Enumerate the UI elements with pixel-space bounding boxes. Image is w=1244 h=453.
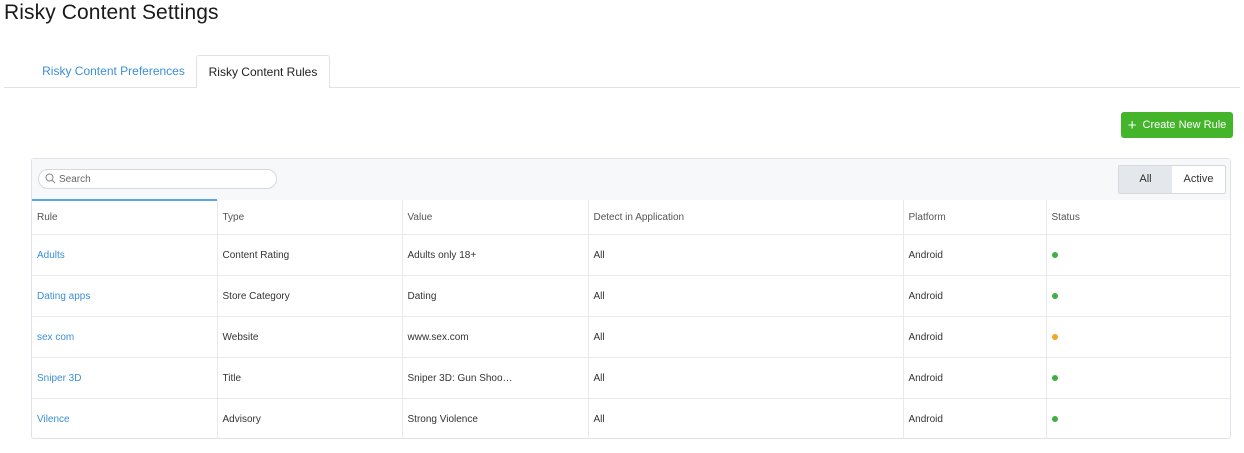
status-filter: All Active [1118, 165, 1226, 194]
create-new-rule-label: Create New Rule [1142, 119, 1227, 131]
type-cell: Website [217, 316, 403, 358]
type-cell: Content Rating [217, 234, 403, 276]
table-row[interactable]: Vilence Advisory Strong Violence All And… [32, 398, 1230, 440]
column-header-detect[interactable]: Detect in Application [588, 200, 904, 235]
table-row[interactable]: Dating apps Store Category Dating All An… [32, 275, 1230, 317]
tab-bar: Risky Content Preferences Risky Content … [4, 55, 1240, 88]
filter-active[interactable]: Active [1172, 166, 1225, 193]
platform-cell: Android [903, 275, 1047, 317]
status-dot-icon [1051, 333, 1058, 340]
platform-cell: Android [903, 398, 1047, 439]
column-header-platform[interactable]: Platform [903, 200, 1047, 235]
search-input[interactable] [59, 171, 269, 187]
rule-link[interactable]: Adults [37, 250, 65, 261]
status-cell [1046, 316, 1230, 358]
column-header-type[interactable]: Type [217, 200, 403, 235]
rules-table: Rule Type Value Detect in Application Pl… [32, 200, 1230, 439]
page-title: Risky Content Settings [4, 1, 219, 24]
detect-cell: All [588, 398, 904, 439]
table-row[interactable]: sex com Website www.sex.com All Android [32, 316, 1230, 358]
column-header-value[interactable]: Value [402, 200, 589, 235]
type-cell: Title [217, 357, 403, 399]
table-row[interactable]: Sniper 3D Title Sniper 3D: Gun Shoo… All… [32, 357, 1230, 399]
platform-cell: Android [903, 234, 1047, 276]
status-dot-icon [1051, 292, 1058, 299]
search-box [38, 169, 277, 189]
platform-cell: Android [903, 316, 1047, 358]
type-cell: Advisory [217, 398, 403, 439]
value-cell: Dating [402, 275, 589, 317]
value-cell: Sniper 3D: Gun Shoo… [402, 357, 589, 399]
rule-link[interactable]: Vilence [37, 414, 70, 425]
value-cell: Strong Violence [402, 398, 589, 439]
status-cell [1046, 275, 1230, 317]
detect-cell: All [588, 234, 904, 276]
table-header-row: Rule Type Value Detect in Application Pl… [32, 200, 1230, 235]
filter-all[interactable]: All [1119, 166, 1172, 193]
table-row[interactable]: Adults Content Rating Adults only 18+ Al… [32, 234, 1230, 276]
rule-link[interactable]: Dating apps [37, 291, 90, 302]
tab-risky-content-preferences[interactable]: Risky Content Preferences [31, 55, 196, 87]
status-cell [1046, 399, 1230, 440]
detect-cell: All [588, 316, 904, 358]
rule-link[interactable]: Sniper 3D [37, 373, 81, 384]
status-cell [1046, 357, 1230, 399]
search-icon [45, 173, 56, 184]
column-header-rule[interactable]: Rule [32, 200, 218, 235]
detect-cell: All [588, 357, 904, 399]
tab-risky-content-rules[interactable]: Risky Content Rules [196, 55, 330, 88]
status-cell [1046, 234, 1230, 276]
plus-icon: + [1127, 116, 1137, 134]
platform-cell: Android [903, 357, 1047, 399]
value-cell: www.sex.com [402, 316, 589, 358]
rule-link[interactable]: sex com [37, 332, 74, 343]
type-cell: Store Category [217, 275, 403, 317]
detect-cell: All [588, 275, 904, 317]
create-new-rule-button[interactable]: + Create New Rule [1121, 112, 1233, 138]
column-header-status[interactable]: Status [1046, 200, 1230, 235]
status-dot-icon [1051, 415, 1058, 422]
rules-panel: All Active Rule Type Value Detect in App… [31, 158, 1231, 439]
status-dot-icon [1051, 251, 1058, 258]
table-toolbar: All Active [32, 159, 1230, 201]
status-dot-icon [1051, 374, 1058, 381]
value-cell: Adults only 18+ [402, 234, 589, 276]
